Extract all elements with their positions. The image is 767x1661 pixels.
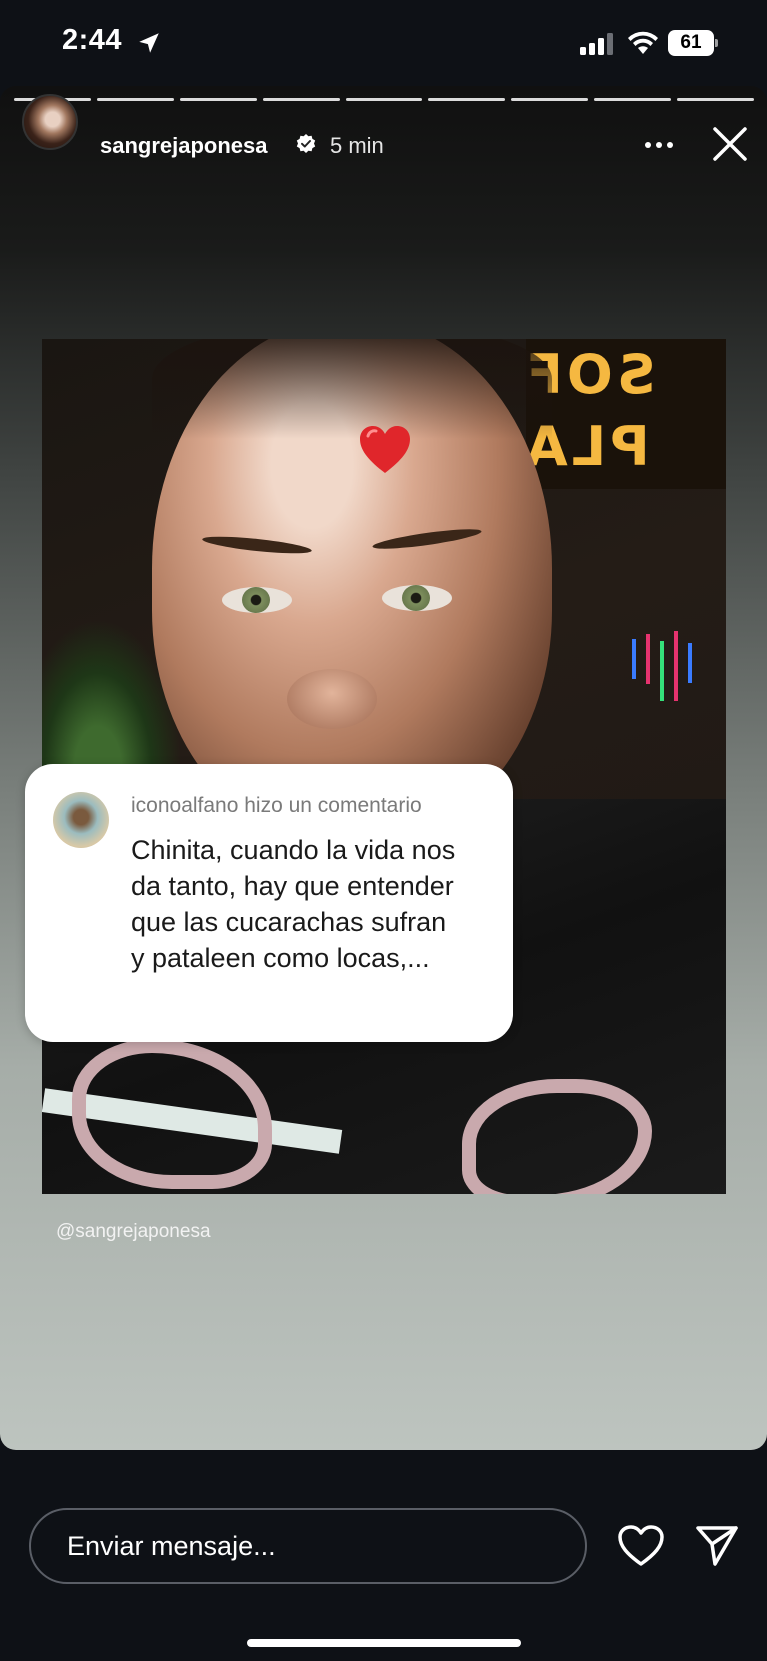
story-progress-segment [262, 98, 340, 101]
story-time-ago: 5 min [330, 133, 384, 158]
verified-badge-icon [296, 134, 316, 153]
comment-text: Chinita, cuando la vida nos da tanto, ha… [131, 835, 456, 973]
story-author-avatar[interactable] [22, 94, 78, 150]
status-time: 2:44 [62, 24, 123, 56]
location-arrow-icon [139, 33, 159, 53]
story-progress-bar [14, 98, 755, 102]
comment-sticker[interactable]: iconoalfano hizo un comentario Chinita, … [25, 764, 513, 1042]
story-progress-segment [677, 98, 755, 101]
story-progress-segment [428, 98, 506, 101]
message-input[interactable] [29, 1508, 587, 1584]
commenter-avatar [53, 792, 109, 848]
more-icon[interactable] [642, 131, 676, 159]
story-progress-segment [594, 98, 672, 101]
battery-icon: 61 [668, 30, 718, 56]
heart-icon[interactable] [617, 1524, 665, 1568]
story-progress-segment [179, 98, 257, 101]
wifi-icon [628, 31, 658, 54]
story-progress-segment [511, 98, 589, 101]
close-icon[interactable] [710, 124, 750, 164]
heart-sticker-icon [360, 426, 410, 473]
comment-meta: iconoalfano hizo un comentario [131, 794, 422, 817]
home-indicator[interactable] [247, 1639, 521, 1647]
battery-level: 61 [668, 30, 714, 56]
send-icon[interactable] [694, 1522, 740, 1568]
status-bar: 2:44 61 [0, 0, 767, 86]
neon-sign: SOF PLA [522, 339, 726, 489]
story-progress-segment [96, 98, 174, 101]
story-progress-segment [345, 98, 423, 101]
mention-tag[interactable]: @sangrejaponesa [56, 1221, 211, 1243]
story-username[interactable]: sangrejaponesa [100, 133, 268, 159]
signal-icon [580, 33, 613, 55]
neon-lights [632, 631, 692, 701]
